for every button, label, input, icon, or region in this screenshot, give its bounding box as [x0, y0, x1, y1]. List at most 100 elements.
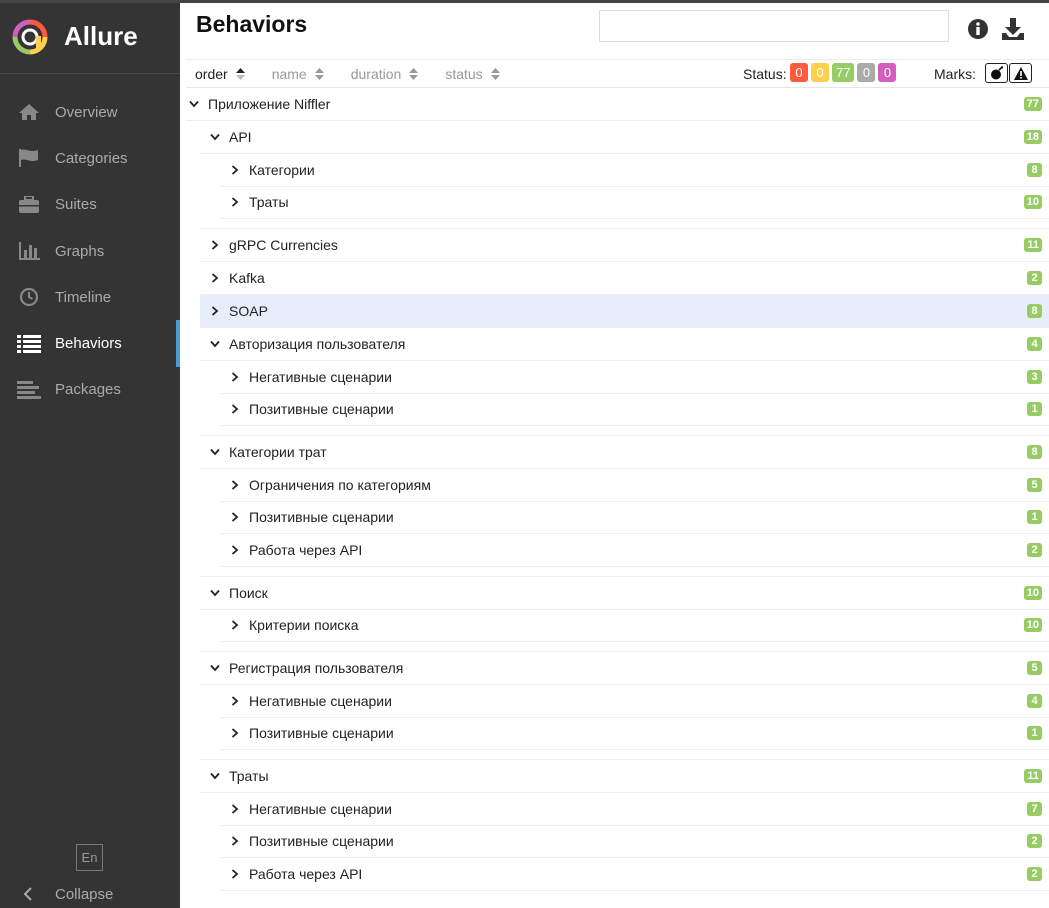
tree-group-row[interactable]: Kafka 2: [200, 262, 1049, 295]
tree-group-row[interactable]: Поиск 10: [200, 577, 1049, 610]
passed-count-badge: 5: [1027, 477, 1042, 492]
chevron-down-icon: [210, 132, 220, 142]
status-skipped-toggle[interactable]: 0: [857, 63, 876, 82]
tree-subgroup-row[interactable]: Позитивные сценарии 2: [220, 826, 1049, 858]
status-broken-toggle[interactable]: 0: [811, 63, 829, 82]
passed-count-badge: 5: [1027, 661, 1042, 675]
sidebar-item-graphs[interactable]: Graphs: [0, 228, 180, 274]
status-passed-toggle[interactable]: 77: [832, 63, 855, 82]
tree-row-label: Работа через API: [249, 541, 363, 558]
list-icon: [17, 334, 41, 354]
tree-subgroup-row[interactable]: Работа через API 2: [220, 858, 1049, 891]
chevron-right-icon: [230, 620, 240, 630]
passed-count-badge: 77: [1023, 97, 1042, 111]
sidebar: Allure Overview Categories Suites Graphs: [0, 0, 180, 908]
sidebar-item-label: Timeline: [55, 288, 112, 306]
sidebar-item-label: Graphs: [55, 242, 105, 260]
chevron-left-icon: [20, 887, 36, 901]
sidebar-item-overview[interactable]: Overview: [0, 89, 180, 135]
tree-row-label: Авторизация пользователя: [229, 336, 406, 352]
tree-subgroup-row[interactable]: Критерии поиска 10: [220, 610, 1049, 642]
chevron-down-icon: [210, 663, 220, 673]
sort-by-status[interactable]: status: [445, 66, 500, 82]
chevron-down-icon: [189, 99, 199, 109]
info-icon[interactable]: [966, 17, 990, 41]
clock-icon: [17, 287, 41, 307]
passed-count-badge: 2: [1027, 834, 1042, 849]
sidebar-item-label: Overview: [55, 103, 118, 121]
collapse-button[interactable]: Collapse: [0, 880, 180, 908]
sidebar-item-label: Suites: [55, 196, 97, 214]
sidebar-item-categories[interactable]: Categories: [0, 135, 180, 181]
tree-subgroup-row[interactable]: Работа через API 2: [220, 534, 1049, 567]
tree-row-label: Негативные сценарии: [249, 800, 392, 817]
tree-group-row[interactable]: SOAP 8: [200, 295, 1049, 328]
tree-row-label: Критерии поиска: [249, 617, 359, 634]
sort-label: duration: [350, 65, 402, 82]
tree-subgroup-row[interactable]: Ограничения по категориям 5: [220, 469, 1049, 502]
flaky-mark-toggle[interactable]: [985, 63, 1008, 83]
sort-asc-icon: [235, 67, 245, 80]
main-content: Behaviors order name duration status Sta…: [180, 3, 1049, 908]
sort-by-duration[interactable]: duration: [351, 66, 419, 82]
tree-subgroup-row[interactable]: Негативные сценарии 4: [220, 685, 1049, 718]
flag-icon: [17, 148, 41, 168]
tree-group-row[interactable]: API 18: [200, 121, 1049, 154]
tree-row-label: Негативные сценарии: [249, 368, 392, 385]
tree-row-label: Негативные сценарии: [249, 692, 392, 709]
search-input[interactable]: [599, 10, 949, 42]
known-issue-mark-toggle[interactable]: [1009, 63, 1032, 83]
chevron-right-icon: [230, 197, 240, 207]
chevron-right-icon: [230, 696, 240, 706]
sidebar-item-timeline[interactable]: Timeline: [0, 274, 180, 320]
tree-subgroup-row[interactable]: Траты 10: [220, 187, 1049, 219]
tree-row-label: gRPC Currencies: [229, 237, 338, 253]
sidebar-item-behaviors[interactable]: Behaviors: [0, 320, 180, 368]
tree-subgroup-row[interactable]: Позитивные сценарии 1: [220, 502, 1049, 534]
chevron-right-icon: [230, 804, 240, 814]
chevron-right-icon: [210, 240, 220, 250]
tree-row-label: Поиск: [229, 584, 268, 601]
sidebar-item-suites[interactable]: Suites: [0, 182, 180, 228]
tree-group-row[interactable]: gRPC Currencies 11: [200, 229, 1049, 262]
tree-subgroup-row[interactable]: Позитивные сценарии 1: [220, 394, 1049, 426]
chevron-right-icon: [230, 165, 240, 175]
tree-row-label: Приложение Niffler: [208, 96, 331, 112]
home-icon: [17, 102, 41, 122]
chevron-down-icon: [210, 447, 220, 457]
sort-label: name: [271, 65, 307, 82]
tree-group-row[interactable]: Траты 11: [200, 760, 1049, 793]
chevron-right-icon: [230, 372, 240, 382]
chevron-right-icon: [210, 306, 220, 316]
passed-count-badge: 2: [1027, 866, 1042, 881]
tree-group-row[interactable]: Авторизация пользователя 4: [200, 328, 1049, 361]
status-unknown-toggle[interactable]: 0: [878, 63, 897, 82]
sidebar-item-label: Behaviors: [55, 335, 122, 353]
sidebar-item-label: Packages: [55, 381, 121, 399]
language-switch-button[interactable]: En: [76, 844, 103, 871]
page-title: Behaviors: [196, 11, 308, 37]
tree-subgroup-row[interactable]: Негативные сценарии 3: [220, 361, 1049, 394]
tree-row-label: Категории трат: [229, 444, 327, 460]
tree-subgroup-row[interactable]: Позитивные сценарии 1: [220, 718, 1049, 750]
sidebar-item-packages[interactable]: Packages: [0, 367, 180, 413]
sort-by-order[interactable]: order: [195, 66, 245, 82]
tree-subgroup-row[interactable]: Негативные сценарии 7: [220, 793, 1049, 826]
tree-subgroup-row[interactable]: Категории 8: [220, 154, 1049, 187]
download-icon[interactable]: [1001, 17, 1025, 41]
group-spacer: [200, 567, 1049, 577]
tree-group-row[interactable]: Регистрация пользователя 5: [200, 652, 1049, 685]
sort-by-name[interactable]: name: [272, 66, 324, 82]
tree-row-label: Категории: [249, 161, 315, 178]
passed-count-badge: 2: [1027, 542, 1042, 557]
passed-count-badge: 8: [1027, 162, 1042, 177]
tree-row-label: Траты: [249, 194, 289, 211]
chevron-right-icon: [230, 836, 240, 846]
group-spacer: [200, 642, 1049, 652]
status-filter: 0 0 77 0 0: [790, 63, 897, 82]
brand[interactable]: Allure: [0, 0, 180, 74]
tree-root-row[interactable]: Приложение Niffler 77: [186, 88, 1049, 121]
tree-group-row[interactable]: Категории трат 8: [200, 436, 1049, 469]
status-failed-toggle[interactable]: 0: [790, 63, 808, 82]
align-left-icon: [17, 380, 41, 400]
